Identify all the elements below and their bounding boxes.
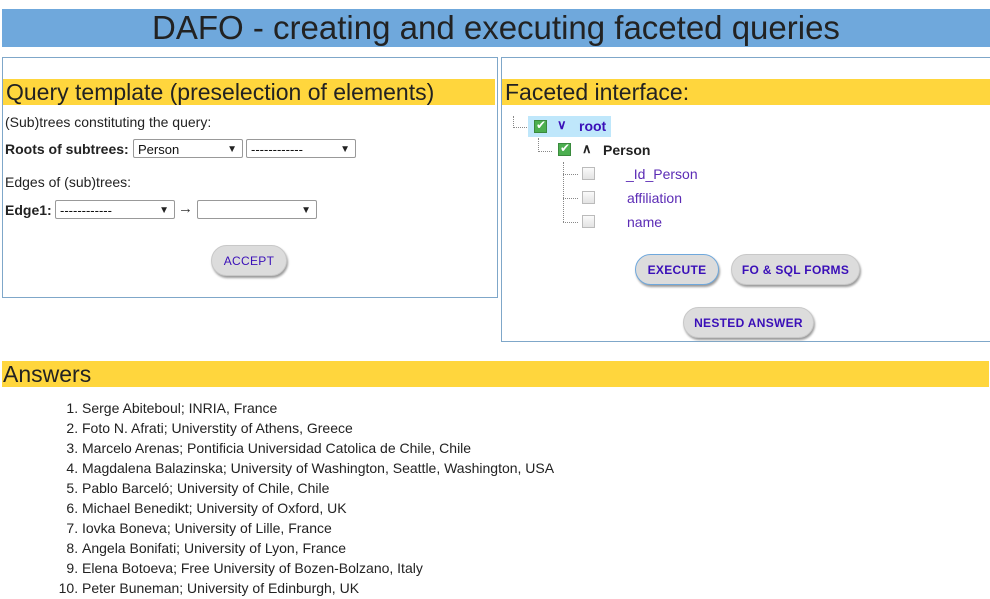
tree-connector — [563, 198, 578, 199]
tree-node-person-label[interactable]: Person — [603, 142, 650, 158]
edge1-from-select[interactable]: ------------ ▼ — [55, 200, 175, 219]
list-item: Peter Buneman; University of Edinburgh, … — [82, 578, 554, 598]
root-select-2[interactable]: ------------ ▼ — [246, 139, 356, 158]
chevron-up-icon[interactable]: ∧ — [582, 141, 592, 157]
root-select-2-value: ------------ — [251, 142, 303, 157]
page-header: DAFO - creating and executing faceted qu… — [2, 9, 990, 47]
answers-title: Answers — [2, 361, 989, 387]
tree-connector — [563, 222, 578, 223]
tree-leaf-id-person[interactable]: _Id_Person — [626, 166, 698, 182]
tree-connector — [563, 174, 578, 175]
chevron-down-icon: ▼ — [340, 144, 350, 155]
list-item: Angela Bonifati; University of Lyon, Fra… — [82, 538, 554, 558]
chevron-down-icon[interactable]: ∨ — [557, 117, 567, 133]
nested-answer-button[interactable]: NESTED ANSWER — [683, 307, 814, 338]
edge1-label: Edge1: — [5, 202, 52, 218]
root-select-1[interactable]: Person ▼ — [133, 139, 243, 158]
list-item: Magdalena Balazinska; University of Wash… — [82, 458, 554, 478]
root-checkbox[interactable] — [534, 118, 547, 133]
list-item: Iovka Boneva; University of Lille, Franc… — [82, 518, 554, 538]
chevron-down-icon: ▼ — [227, 144, 237, 155]
chevron-down-icon: ▼ — [159, 205, 169, 216]
execute-button[interactable]: EXECUTE — [635, 254, 719, 285]
query-template-title: Query template (preselection of elements… — [3, 79, 495, 105]
chevron-down-icon: ▼ — [301, 205, 311, 216]
id-person-checkbox[interactable] — [582, 167, 595, 180]
affiliation-checkbox[interactable] — [582, 191, 595, 204]
edge1-to-select[interactable]: ▼ — [197, 200, 317, 219]
list-item: Pablo Barceló; University of Chile, Chil… — [82, 478, 554, 498]
faceted-interface-panel: Faceted interface: — [501, 57, 990, 342]
list-item: Michael Benedikt; University of Oxford, … — [82, 498, 554, 518]
edge1-from-value: ------------ — [60, 203, 112, 218]
accept-button[interactable]: ACCEPT — [211, 245, 287, 276]
faceted-interface-title: Faceted interface: — [502, 79, 990, 105]
roots-label: Roots of subtrees: — [5, 141, 129, 157]
tree-node-root-label[interactable]: root — [579, 118, 606, 134]
right-arrow-icon: → — [178, 200, 193, 217]
answers-list: Serge Abiteboul; INRIA, France Foto N. A… — [0, 398, 554, 598]
tree-connector — [538, 138, 539, 152]
person-checkbox[interactable] — [558, 141, 571, 156]
tree-connector — [538, 151, 552, 152]
name-checkbox[interactable] — [582, 215, 595, 228]
list-item: Marcelo Arenas; Pontificia Universidad C… — [82, 438, 554, 458]
tree-leaf-affiliation[interactable]: affiliation — [627, 190, 682, 206]
root-select-1-value: Person — [138, 142, 180, 157]
list-item: Serge Abiteboul; INRIA, France — [82, 398, 554, 418]
fo-sql-forms-button[interactable]: FO & SQL FORMS — [731, 254, 860, 285]
edges-label: Edges of (sub)trees: — [5, 174, 132, 190]
tree-connector — [563, 162, 564, 222]
list-item: Foto N. Afrati; Universtity of Athens, G… — [82, 418, 554, 438]
subtrees-label: (Sub)trees constituting the query: — [5, 114, 212, 130]
page-title: DAFO - creating and executing faceted qu… — [152, 9, 840, 46]
list-item: Elena Botoeva; Free University of Bozen-… — [82, 558, 554, 578]
tree-leaf-name[interactable]: name — [627, 214, 662, 230]
tree-connector — [513, 127, 527, 128]
